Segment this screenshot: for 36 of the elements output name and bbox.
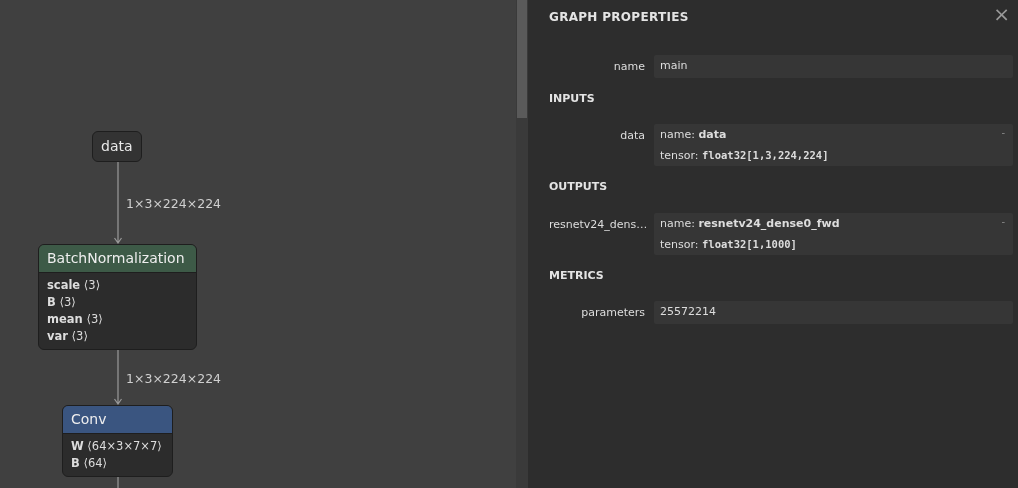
section-heading: INPUTS: [549, 90, 596, 107]
edge-label: 1×3×224×224: [126, 195, 222, 213]
property-value: 25572214: [654, 301, 1013, 324]
panel-title: GRAPH PROPERTIES: [549, 9, 689, 26]
property-label: data: [619, 128, 645, 144]
node-title: BatchNormalization: [39, 245, 196, 273]
node-title: Conv: [63, 406, 172, 434]
node-attribute: W ⟨64×3×7×7⟩: [71, 438, 163, 455]
node-attribute: var ⟨3⟩: [47, 328, 89, 345]
expand-toggle[interactable]: -: [1001, 125, 1005, 140]
property-label: resnetv24_dens…: [549, 216, 645, 233]
property-label: parameters: [580, 305, 645, 321]
field-value: float32[1,3,224,224]: [702, 149, 829, 161]
field-label: tensor:: [660, 149, 700, 162]
field-label: name:: [660, 128, 696, 141]
scrollbar-thumb[interactable]: [517, 0, 527, 118]
field-value: data: [698, 128, 727, 141]
edge-arrow: [113, 349, 123, 405]
operator-node[interactable]: Conv W ⟨64×3×7×7⟩ B ⟨64⟩: [62, 405, 173, 477]
field-value: float32[1,1000]: [702, 237, 797, 250]
input-node[interactable]: data: [92, 131, 142, 162]
operator-node[interactable]: BatchNormalization scale ⟨3⟩ B ⟨3⟩ mean ⟨3⟩ var ⟨3⟩: [38, 244, 197, 350]
expand-toggle[interactable]: -: [1001, 213, 1005, 229]
field-label: tensor:: [660, 237, 700, 251]
node-attribute: scale ⟨3⟩: [47, 277, 102, 294]
node-attribute: B ⟨64⟩: [71, 455, 109, 472]
edge-label: 1×3×224×224: [126, 370, 222, 388]
section-heading: METRICS: [549, 267, 605, 284]
node-attribute: mean ⟨3⟩: [47, 311, 104, 328]
node-attribute: B ⟨3⟩: [47, 294, 77, 311]
property-value: main: [654, 55, 1013, 78]
close-button[interactable]: ×: [993, 2, 1010, 26]
section-heading: OUTPUTS: [549, 179, 609, 195]
field-label: name:: [660, 216, 696, 230]
field-value: resnetv24_dense0_fwd: [698, 216, 840, 230]
property-label: name: [612, 59, 645, 75]
